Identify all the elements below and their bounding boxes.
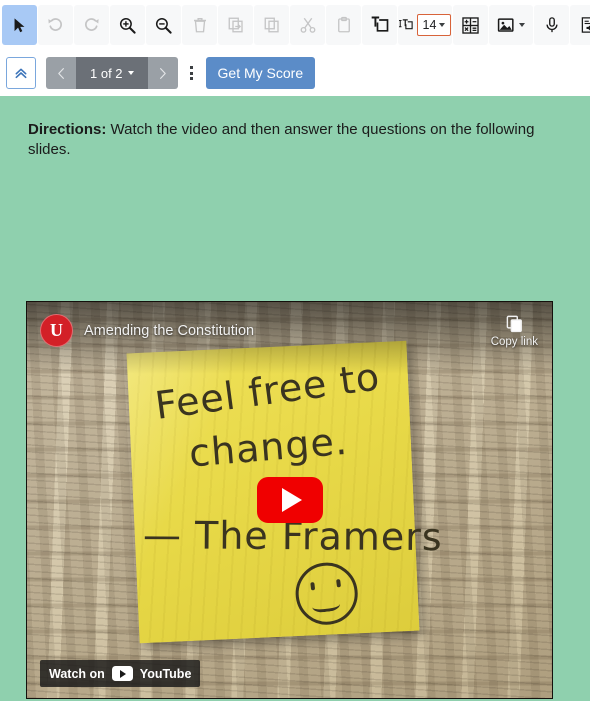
- youtube-play-icon: [281, 488, 302, 512]
- insert-image-tool[interactable]: [489, 5, 533, 45]
- trash-icon: [193, 18, 206, 33]
- redo-tool[interactable]: [74, 5, 109, 45]
- zoom-out-icon: [155, 17, 172, 34]
- chevron-down-icon: [439, 23, 446, 27]
- kebab-dot: [190, 77, 194, 80]
- equation-tool[interactable]: [453, 5, 488, 45]
- undo-icon: [48, 17, 63, 31]
- copy-icon: [264, 17, 279, 33]
- duplicate-icon: [228, 17, 243, 33]
- record-audio-tool[interactable]: [534, 5, 569, 45]
- cursor-arrow-icon: [14, 17, 25, 32]
- smiley-eye-right: [336, 579, 341, 588]
- font-size-select[interactable]: 14: [417, 14, 451, 36]
- youtube-logo-icon: [111, 666, 133, 681]
- copy-link-label: Copy link: [490, 336, 538, 348]
- watch-on-label: Watch on: [49, 666, 105, 681]
- smiley-eye-left: [310, 582, 316, 591]
- undo-tool[interactable]: [38, 5, 73, 45]
- font-size-tool[interactable]: 14: [398, 5, 452, 45]
- previous-slide-button[interactable]: [46, 57, 76, 89]
- zoom-in-tool[interactable]: [110, 5, 145, 45]
- watch-on-youtube-button[interactable]: Watch on YouTube: [40, 660, 201, 687]
- smiley-face-icon: [292, 559, 362, 629]
- directions-label: Directions:: [28, 121, 107, 138]
- sticky-note-line-2: change.: [187, 418, 350, 476]
- delete-tool[interactable]: [182, 5, 217, 45]
- zoom-in-icon: [119, 17, 136, 34]
- audio-note-tool[interactable]: [570, 5, 590, 45]
- select-pointer-tool[interactable]: [2, 5, 37, 45]
- chevron-down-icon: [127, 71, 134, 75]
- font-size-value: 14: [422, 18, 437, 32]
- math-equation-icon: [462, 16, 479, 34]
- text-height-icon: [399, 18, 413, 29]
- duplicate-tool[interactable]: [218, 5, 253, 45]
- copy-tool[interactable]: [254, 5, 289, 45]
- slide-navigation-bar: 1 of 2 Get My Score: [0, 50, 590, 96]
- directions-text: Directions: Watch the video and then ans…: [28, 120, 548, 161]
- next-slide-button[interactable]: [147, 57, 178, 89]
- copy-icon: [506, 315, 522, 333]
- chevron-left-icon: [57, 67, 64, 79]
- page-pager: 1 of 2: [46, 57, 178, 89]
- text-box-icon: [371, 16, 388, 32]
- microphone-icon: [545, 17, 558, 33]
- youtube-video-embed[interactable]: Feel free to change. — The Framers U Ame…: [26, 301, 553, 699]
- get-my-score-button[interactable]: Get My Score: [205, 57, 316, 89]
- page-indicator-label: 1 of 2: [90, 65, 123, 81]
- chevron-right-icon: [160, 67, 166, 79]
- video-title-bar[interactable]: U Amending the Constitution: [40, 314, 254, 347]
- slide-canvas: Directions: Watch the video and then ans…: [0, 96, 590, 701]
- scissors-icon: [300, 17, 315, 33]
- page-indicator-dropdown[interactable]: 1 of 2: [76, 57, 148, 89]
- paste-tool[interactable]: [326, 5, 361, 45]
- copy-link-button[interactable]: Copy link: [491, 314, 538, 348]
- get-my-score-label: Get My Score: [217, 65, 304, 81]
- double-chevron-up-icon: [15, 68, 27, 79]
- channel-avatar[interactable]: U: [40, 314, 73, 347]
- play-button[interactable]: [256, 477, 323, 523]
- editing-toolbar: 14: [0, 0, 590, 50]
- kebab-dot: [190, 66, 194, 69]
- smiley-mouth: [311, 594, 341, 614]
- youtube-label: YouTube: [139, 666, 192, 681]
- audio-file-icon: [581, 17, 590, 33]
- clipboard-icon: [337, 16, 350, 33]
- collapse-toolbar-button[interactable]: [6, 57, 36, 89]
- image-icon: [497, 17, 514, 32]
- cut-tool[interactable]: [290, 5, 325, 45]
- zoom-out-tool[interactable]: [146, 5, 181, 45]
- redo-icon: [84, 17, 99, 31]
- more-options-menu[interactable]: [181, 57, 203, 89]
- kebab-dot: [190, 71, 194, 75]
- chevron-down-icon: [519, 23, 525, 27]
- text-box-tool[interactable]: [362, 5, 397, 45]
- video-title[interactable]: Amending the Constitution: [84, 323, 254, 339]
